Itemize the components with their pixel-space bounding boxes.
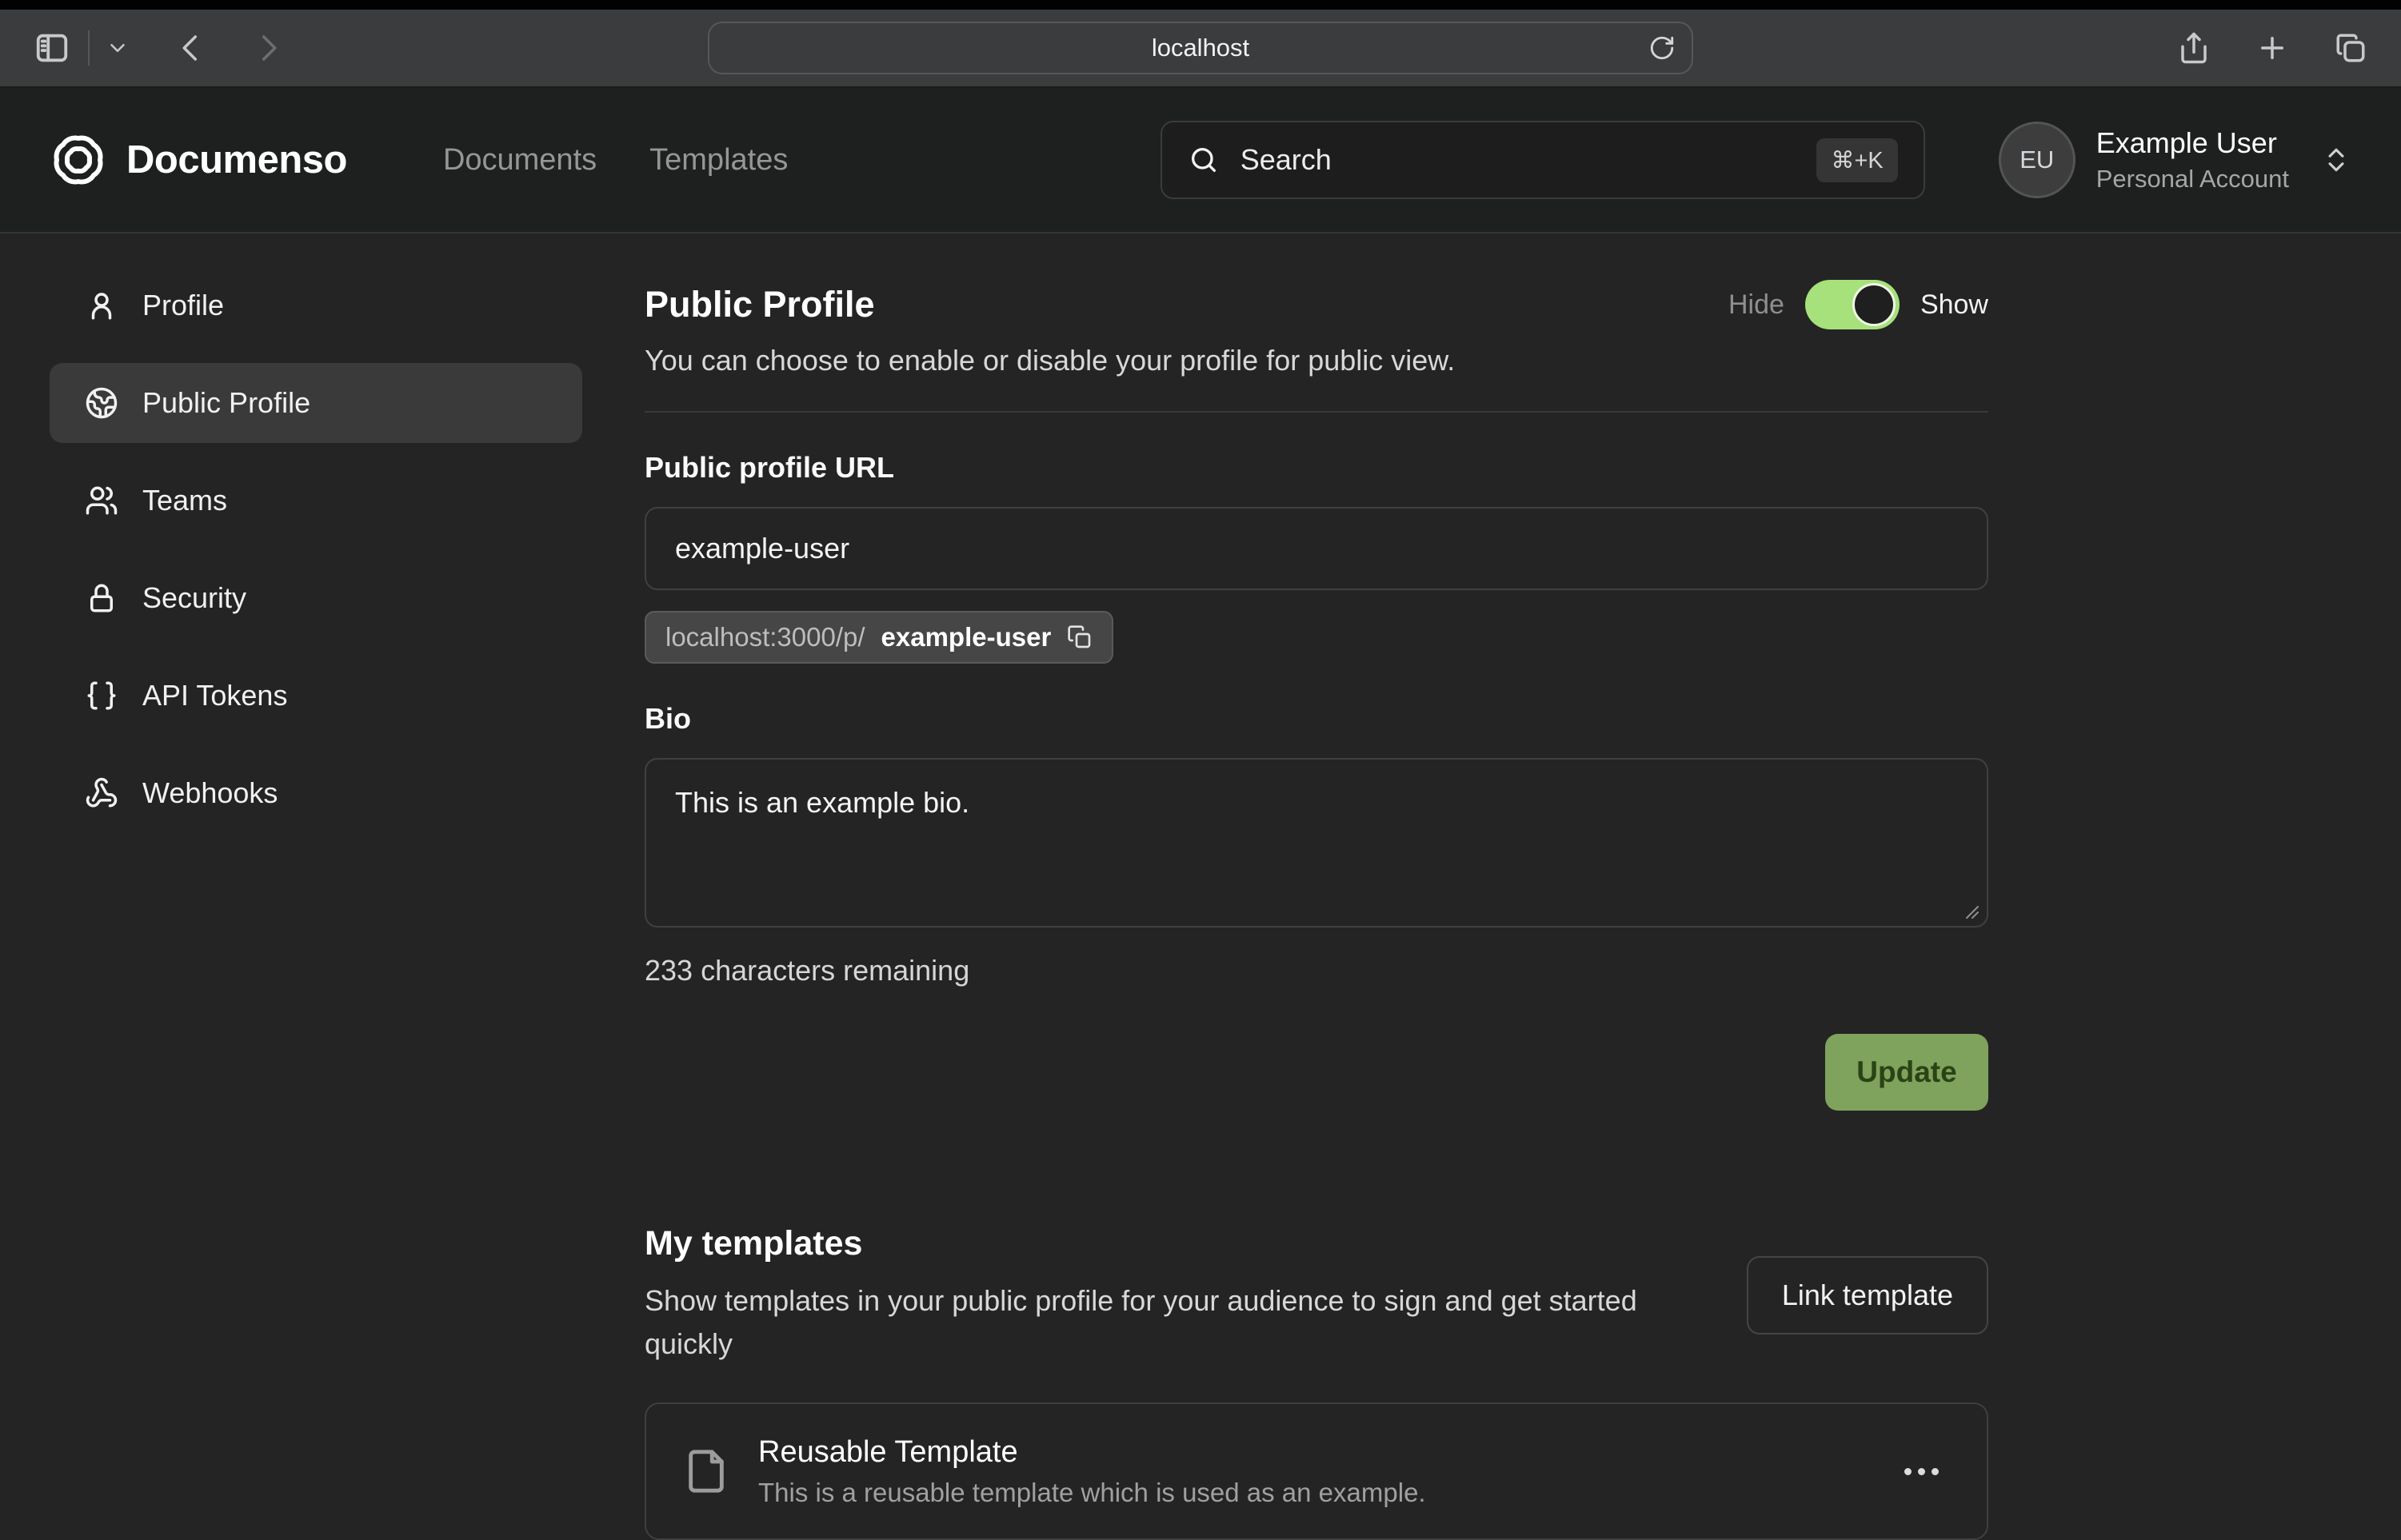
lock-icon (85, 581, 118, 615)
new-tab-icon[interactable] (2255, 31, 2289, 65)
file-icon (683, 1448, 729, 1494)
url-prefix: localhost:3000/p/ (665, 622, 865, 652)
link-template-button[interactable]: Link template (1747, 1256, 1988, 1335)
avatar: EU (1999, 122, 2075, 198)
chevron-down-icon[interactable] (106, 36, 130, 60)
window-top-strip (0, 0, 2401, 10)
tab-overview-icon[interactable] (2334, 31, 2367, 65)
profile-url-input[interactable] (645, 507, 1988, 590)
search-bar[interactable]: Search ⌘+K (1161, 121, 1925, 199)
toggle-knob (1852, 283, 1896, 326)
characters-remaining: 233 characters remaining (645, 954, 1988, 987)
search-shortcut: ⌘+K (1816, 138, 1897, 182)
sidebar-item-label: Profile (142, 289, 224, 322)
brand[interactable]: Documenso (50, 131, 347, 189)
sidebar-item-public-profile[interactable]: Public Profile (50, 363, 582, 443)
search-placeholder: Search (1240, 143, 1332, 177)
globe-icon (85, 386, 118, 420)
sidebar-item-security[interactable]: Security (50, 558, 582, 638)
sidebar-item-profile[interactable]: Profile (50, 265, 582, 345)
brand-name: Documenso (126, 138, 347, 182)
toolbar-separator (88, 30, 90, 66)
profile-url-copy-button[interactable]: localhost:3000/p/example-user (645, 611, 1113, 664)
sidebar-item-label: Webhooks (142, 776, 278, 810)
divider (645, 411, 1988, 413)
reload-icon[interactable] (1648, 34, 1676, 62)
resize-handle[interactable] (1964, 904, 1980, 920)
users-icon (85, 484, 118, 517)
account-name: Example User (2096, 126, 2289, 160)
bio-textarea[interactable]: This is an example bio. (645, 758, 1988, 928)
update-button[interactable]: Update (1825, 1034, 1988, 1111)
chevrons-up-down-icon (2321, 145, 2351, 175)
braces-icon (85, 679, 118, 712)
user-icon (85, 289, 118, 322)
sidebar-item-label: API Tokens (142, 679, 287, 712)
templates-title: My templates (645, 1224, 1708, 1263)
url-slug: example-user (881, 622, 1052, 652)
page-title: Public Profile (645, 284, 875, 325)
template-options-ellipsis-icon[interactable] (1893, 1457, 1950, 1486)
nav-documents[interactable]: Documents (443, 143, 597, 178)
top-nav: Documents Templates (443, 143, 788, 178)
webhook-icon (85, 776, 118, 810)
url-field-label: Public profile URL (645, 451, 1988, 485)
bio-field-label: Bio (645, 702, 1988, 736)
account-menu[interactable]: EU Example User Personal Account (1999, 122, 2351, 198)
sidebar-item-label: Public Profile (142, 386, 310, 420)
sidebar-item-webhooks[interactable]: Webhooks (50, 753, 582, 833)
main-content: Public Profile Hide Show You can choose … (645, 262, 1988, 1540)
copy-icon (1067, 624, 1093, 650)
search-icon (1188, 144, 1220, 176)
profile-visibility-toggle[interactable] (1805, 280, 1900, 329)
toggle-show-label: Show (1920, 289, 1988, 321)
toggle-hide-label: Hide (1728, 289, 1784, 321)
sidebar-toggle-icon[interactable] (34, 30, 70, 66)
forward-icon[interactable] (251, 31, 285, 65)
sidebar-item-api-tokens[interactable]: API Tokens (50, 656, 582, 736)
app-header: Documenso Documents Templates Search ⌘+K… (0, 88, 2401, 233)
sidebar-item-teams[interactable]: Teams (50, 461, 582, 541)
documenso-logo-icon (50, 131, 107, 189)
address-bar[interactable]: localhost (708, 22, 1693, 74)
template-description: This is a reusable template which is use… (758, 1478, 1426, 1508)
share-icon[interactable] (2177, 31, 2211, 65)
address-text: localhost (1152, 34, 1249, 62)
template-card[interactable]: Reusable Template This is a reusable tem… (645, 1402, 1988, 1540)
settings-sidebar: Profile Public Profile Teams (50, 262, 582, 1540)
back-icon[interactable] (174, 31, 208, 65)
page-subtitle: You can choose to enable or disable your… (645, 344, 1988, 377)
browser-toolbar: localhost (0, 10, 2401, 88)
sidebar-item-label: Security (142, 581, 246, 615)
nav-templates[interactable]: Templates (649, 143, 788, 178)
account-type: Personal Account (2096, 165, 2289, 193)
sidebar-item-label: Teams (142, 484, 227, 517)
template-name: Reusable Template (758, 1435, 1426, 1470)
templates-subtitle: Show templates in your public profile fo… (645, 1279, 1708, 1366)
